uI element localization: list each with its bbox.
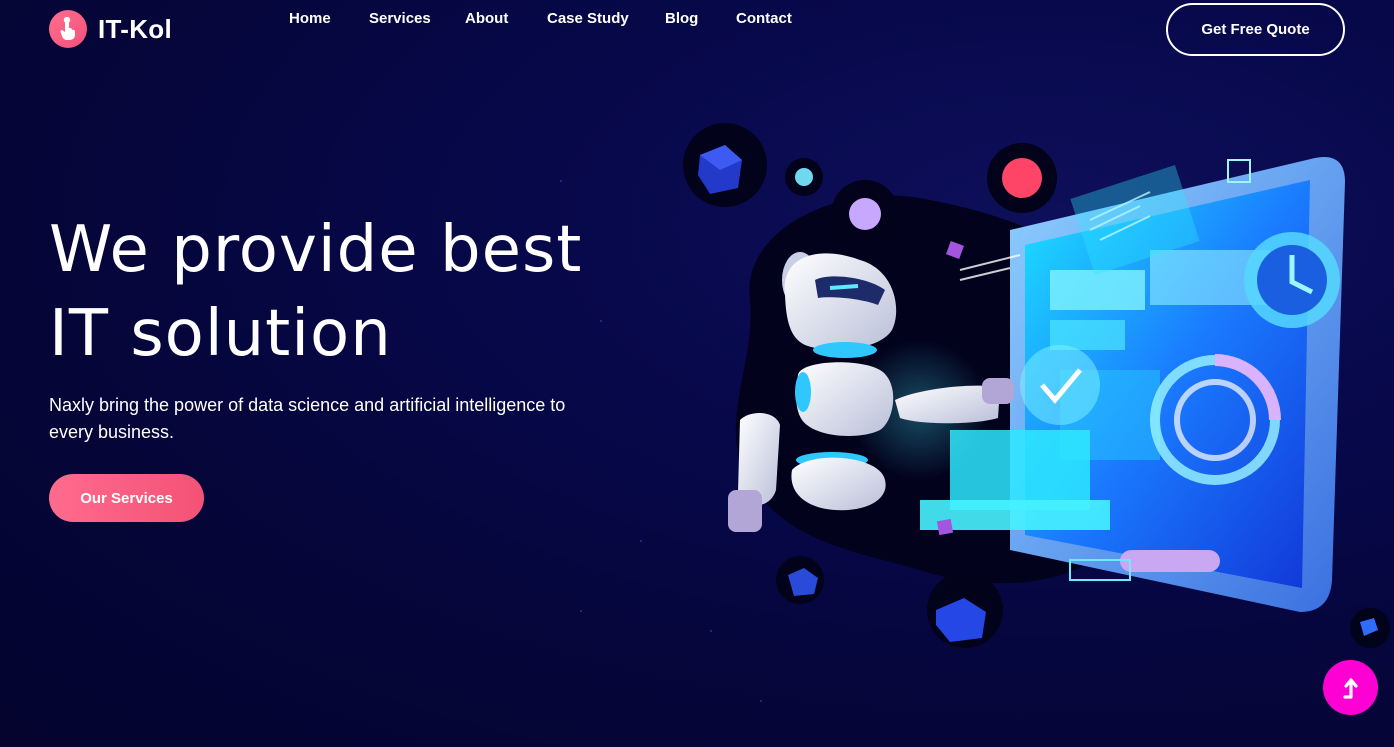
hero-description: Naxly bring the power of data science an… <box>49 395 566 442</box>
background-speck <box>640 540 642 542</box>
brand-name: IT-Kol <box>98 13 173 44</box>
hand-pointer-icon <box>49 10 87 48</box>
hero-robot-illustration <box>683 123 1390 648</box>
hero-title-line-1: We provide best <box>49 213 583 287</box>
background-speck <box>760 700 762 702</box>
our-services-button[interactable]: Our Services <box>49 474 204 522</box>
nav-link-blog[interactable]: Blog <box>665 10 698 27</box>
background-speck <box>580 610 582 612</box>
nav-link-services[interactable]: Services <box>369 10 431 27</box>
background-speck <box>600 320 602 322</box>
nav-link-case-study[interactable]: Case Study <box>547 10 629 27</box>
arrow-up-icon <box>1342 677 1358 699</box>
hero-title: We provide best IT solution <box>49 208 582 376</box>
hero-title-line-2: IT solution <box>49 297 392 371</box>
scroll-to-top-button[interactable] <box>1323 660 1378 715</box>
nav-link-contact[interactable]: Contact <box>736 10 792 27</box>
get-free-quote-button[interactable]: Get Free Quote <box>1166 3 1345 56</box>
background-speck <box>560 180 562 182</box>
nav-link-about[interactable]: About <box>465 10 508 27</box>
site-header: IT-Kol Home Services About Case Study Bl… <box>0 0 1394 62</box>
nav-link-home[interactable]: Home <box>289 10 331 27</box>
brand-logo[interactable]: IT-Kol <box>49 10 172 48</box>
